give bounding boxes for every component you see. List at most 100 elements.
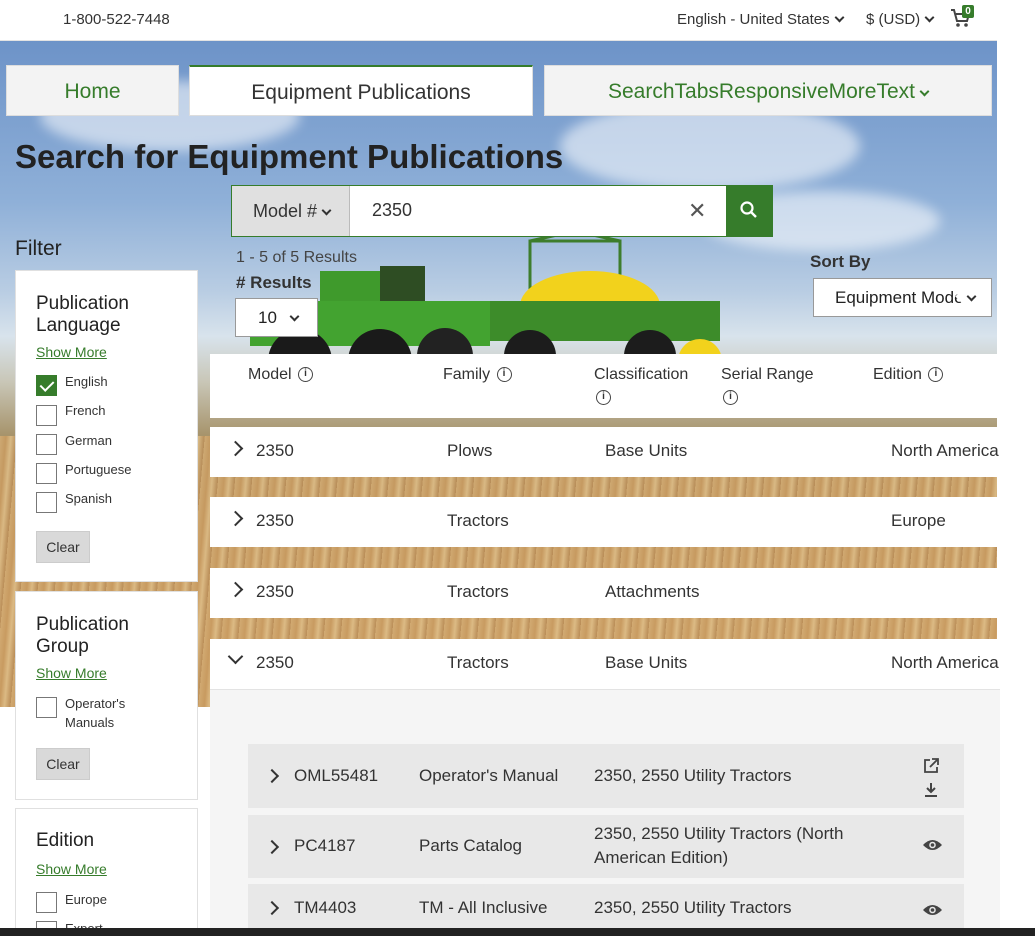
checkbox-label: Europe <box>65 892 107 907</box>
publication-row[interactable]: PC4187 Parts Catalog 2350, 2550 Utility … <box>248 815 964 878</box>
show-more-link[interactable]: Show More <box>36 344 107 360</box>
column-label: Edition <box>873 366 922 383</box>
column-family[interactable]: Family i <box>443 363 512 386</box>
checkbox-label: Operator's Manuals <box>65 696 126 730</box>
results-per-page-select[interactable]: 10 <box>235 298 318 337</box>
filter-language-panel: Publication Language Show More English F… <box>15 270 198 582</box>
filter-edition-panel: Edition Show More Europe Export <box>15 808 198 936</box>
checkbox-french[interactable] <box>36 405 57 426</box>
chevron-right-icon[interactable] <box>264 839 280 855</box>
view-icon[interactable] <box>922 838 943 852</box>
page-title: Search for Equipment Publications <box>15 138 564 175</box>
tab-home[interactable]: Home <box>6 65 179 116</box>
cell-model: 2350 <box>256 582 294 601</box>
checkbox-europe[interactable] <box>36 892 57 913</box>
download-icon[interactable] <box>922 781 940 799</box>
sort-by-label: Sort By <box>810 252 871 271</box>
publication-number: TM4403 <box>294 898 357 917</box>
cell-edition: North America <box>891 653 999 672</box>
column-label: Classification <box>594 366 689 383</box>
filter-title: Filter <box>15 237 62 260</box>
column-label: Serial Range <box>721 366 814 383</box>
clear-search-icon[interactable]: ✕ <box>688 198 706 224</box>
checkbox-portuguese[interactable] <box>36 463 57 484</box>
table-row[interactable]: 2350 Tractors Attachments <box>210 568 1000 618</box>
results-count: 1 - 5 of 5 Results <box>236 249 357 266</box>
chevron-right-icon[interactable] <box>264 900 280 916</box>
checkbox-label: French <box>65 403 106 418</box>
sort-by-select[interactable]: Equipment Model <box>813 278 992 317</box>
filter-language-title: Publication Language <box>36 293 129 336</box>
search-button[interactable] <box>726 186 773 236</box>
filter-group-title: Publication Group <box>36 614 129 657</box>
cell-edition: North America <box>891 441 999 460</box>
cell-family: Tractors <box>447 653 509 672</box>
column-serial-range[interactable]: Serial Range i <box>721 363 814 409</box>
column-label: Model <box>248 366 292 383</box>
cell-family: Tractors <box>447 511 509 530</box>
table-row[interactable]: 2350 Tractors Europe <box>210 497 1000 547</box>
tab-more-label: SearchTabsResponsiveMoreText <box>608 80 915 103</box>
external-link-icon[interactable] <box>922 757 940 775</box>
cell-edition: Europe <box>891 511 946 530</box>
info-icon[interactable]: i <box>298 367 314 383</box>
publication-type: TM - All Inclusive <box>419 898 548 917</box>
info-icon[interactable]: i <box>723 390 738 406</box>
chevron-right-icon[interactable] <box>227 510 244 527</box>
tab-equipment-publications[interactable]: Equipment Publications <box>189 65 533 116</box>
show-more-link[interactable]: Show More <box>36 665 107 681</box>
publication-number: OML55481 <box>294 766 379 785</box>
cart-count-badge: 0 <box>962 5 974 18</box>
publication-title: 2350, 2550 Utility Tractors (North Ameri… <box>594 824 844 867</box>
chevron-right-icon[interactable] <box>227 440 244 457</box>
publication-row[interactable]: OML55481 Operator's Manual 2350, 2550 Ut… <box>248 744 964 808</box>
info-icon[interactable]: i <box>596 390 611 406</box>
checkbox-german[interactable] <box>36 434 57 455</box>
chevron-right-icon[interactable] <box>227 581 244 598</box>
chevron-right-icon[interactable] <box>264 768 280 784</box>
tab-more[interactable]: SearchTabsResponsiveMoreText <box>544 65 992 116</box>
column-classification[interactable]: Classification i <box>594 363 688 409</box>
show-more-link[interactable]: Show More <box>36 861 107 877</box>
currency-label: $ (USD) <box>866 11 921 28</box>
table-row[interactable]: 2350 Plows Base Units North America <box>210 427 1000 477</box>
table-row-expanded[interactable]: 2350 Tractors Base Units North America <box>210 639 1000 689</box>
checkbox-operators-manuals[interactable] <box>36 697 57 718</box>
checkbox-label: Portuguese <box>65 462 132 477</box>
view-icon[interactable] <box>922 903 943 917</box>
cell-classification: Base Units <box>605 441 688 460</box>
publication-title: 2350, 2550 Utility Tractors <box>594 766 792 785</box>
clear-language-button[interactable]: Clear <box>36 531 90 563</box>
publication-row[interactable]: TM4403 TM - All Inclusive 2350, 2550 Uti… <box>248 884 964 928</box>
currency-selector[interactable]: $ (USD) <box>866 11 935 28</box>
language-label: English - United States <box>677 11 830 28</box>
chevron-down-icon <box>924 12 935 23</box>
chevron-down-icon[interactable] <box>227 648 244 665</box>
info-icon[interactable]: i <box>496 367 512 383</box>
column-edition[interactable]: Edition i <box>873 363 944 386</box>
sort-by-value: Equipment Model <box>835 288 968 307</box>
clear-group-button[interactable]: Clear <box>36 748 90 780</box>
search-bar: Model # 2350 ✕ <box>231 185 773 237</box>
chevron-down-icon <box>919 86 930 97</box>
search-input[interactable]: 2350 <box>372 200 412 221</box>
cell-model: 2350 <box>256 511 294 530</box>
chevron-down-icon <box>289 311 300 322</box>
bottom-bar <box>0 928 1035 936</box>
checkbox-spanish[interactable] <box>36 492 57 513</box>
cell-model: 2350 <box>256 653 294 672</box>
language-selector[interactable]: English - United States <box>677 11 845 28</box>
results-table-header: Model i Family i Classification i Serial … <box>210 354 1000 418</box>
search-type-dropdown[interactable]: Model # <box>232 186 350 236</box>
cell-classification: Base Units <box>605 653 688 672</box>
column-model[interactable]: Model i <box>248 363 314 386</box>
search-icon <box>740 201 757 218</box>
cell-family: Tractors <box>447 582 509 601</box>
filter-group-panel: Publication Group Show More Operator's M… <box>15 591 198 800</box>
cell-family: Plows <box>447 441 493 460</box>
phone-number[interactable]: 1-800-522-7448 <box>63 11 170 28</box>
checkbox-english[interactable] <box>36 375 57 396</box>
info-icon[interactable]: i <box>928 367 944 383</box>
publication-number: PC4187 <box>294 836 356 855</box>
publication-title: 2350, 2550 Utility Tractors <box>594 898 792 917</box>
